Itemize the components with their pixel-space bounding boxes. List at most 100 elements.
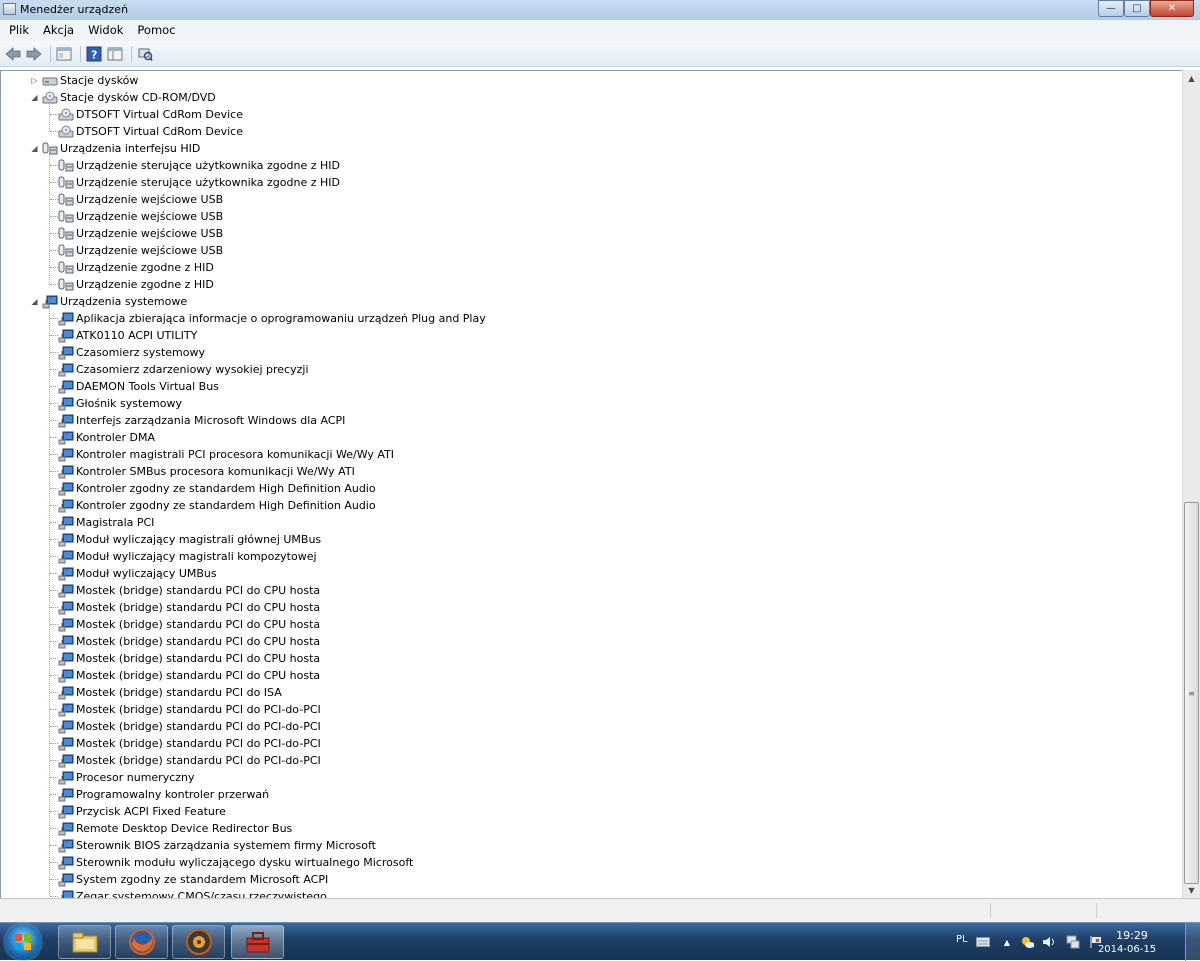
taskbar-media-app-button[interactable] (172, 925, 225, 959)
tree-device-label: Kontroler SMBus procesora komunikacji We… (76, 465, 355, 478)
tree-device-item[interactable]: Mostek (bridge) standardu PCI do CPU hos… (58, 633, 320, 650)
cdrom-drive-icon (58, 125, 74, 139)
tree-device-item[interactable]: Kontroler zgodny ze standardem High Defi… (58, 497, 376, 514)
tree-device-item[interactable]: Urządzenie wejściowe USB (58, 208, 223, 225)
tree-device-item[interactable]: Sterownik BIOS zarządzania systemem firm… (58, 837, 376, 854)
taskbar-device-manager-button[interactable] (231, 925, 284, 959)
menu-view[interactable]: Widok (81, 20, 130, 41)
cdrom-drive-icon (58, 108, 74, 122)
volume-icon[interactable] (1042, 935, 1056, 949)
tree-device-item[interactable]: Przycisk ACPI Fixed Feature (58, 803, 226, 820)
tree-connector-line (49, 307, 50, 896)
vertical-scrollbar[interactable]: ▲ ≡ ▼ (1182, 70, 1200, 898)
tree-device-item[interactable]: Głośnik systemowy (58, 395, 182, 412)
scroll-down-arrow-icon[interactable]: ▼ (1183, 882, 1200, 898)
scan-hardware-icon[interactable] (136, 45, 154, 63)
tree-device-item[interactable]: DAEMON Tools Virtual Bus (58, 378, 219, 395)
maximize-button[interactable]: □ (1124, 0, 1150, 17)
tree-device-item[interactable]: Urządzenie zgodne z HID (58, 259, 214, 276)
properties-icon[interactable] (55, 45, 73, 63)
tree-device-item[interactable]: Zegar systemowy CMOS/czasu rzeczywistego (58, 888, 327, 898)
tree-device-item[interactable]: Urządzenie wejściowe USB (58, 225, 223, 242)
tree-category[interactable]: ◢ Urządzenia interfejsu HID (29, 140, 200, 157)
tree-device-item[interactable]: Procesor numeryczny (58, 769, 195, 786)
tree-device-item[interactable]: Mostek (bridge) standardu PCI do PCI-do-… (58, 735, 321, 752)
title-bar[interactable]: Menedżer urządzeń — □ ✕ (0, 0, 1200, 21)
tree-device-item[interactable]: Interfejs zarządzania Microsoft Windows … (58, 412, 345, 429)
keyboard-icon[interactable] (976, 935, 990, 949)
tree-device-item[interactable]: Magistrala PCI (58, 514, 154, 531)
tree-device-label: Mostek (bridge) standardu PCI do CPU hos… (76, 635, 321, 648)
tree-connector-line (50, 352, 58, 353)
scroll-up-arrow-icon[interactable]: ▲ (1183, 70, 1200, 86)
weather-icon[interactable] (1020, 935, 1034, 949)
collapsed-arrow-icon[interactable]: ▷ (29, 75, 40, 86)
tree-device-item[interactable]: ATK0110 ACPI UTILITY (58, 327, 197, 344)
tree-device-item[interactable]: Kontroler zgodny ze standardem High Defi… (58, 480, 376, 497)
tree-device-item[interactable]: Mostek (bridge) standardu PCI do CPU hos… (58, 582, 320, 599)
tree-device-item[interactable]: Mostek (bridge) standardu PCI do CPU hos… (58, 616, 320, 633)
tree-device-item[interactable]: Czasomierz zdarzeniowy wysokiej precyzji (58, 361, 309, 378)
tree-device-label: Kontroler magistrali PCI procesora komun… (76, 448, 395, 461)
expanded-arrow-icon[interactable]: ◢ (29, 143, 40, 154)
start-button[interactable] (5, 924, 41, 960)
language-indicator[interactable]: PL (956, 934, 968, 945)
tree-device-item[interactable]: Urządzenie wejściowe USB (58, 242, 223, 259)
tree-device-item[interactable]: Kontroler DMA (58, 429, 155, 446)
tree-category[interactable]: ◢ Stacje dysków CD-ROM/DVD (29, 89, 216, 106)
minimize-button[interactable]: — (1098, 0, 1124, 17)
menu-action[interactable]: Akcja (36, 20, 81, 41)
tree-device-item[interactable]: Czasomierz systemowy (58, 344, 205, 361)
show-hidden-icons-arrow-icon[interactable]: ▲ (1000, 935, 1014, 949)
device-tree[interactable]: ▷ Stacje dysków ◢ Stacje dysków CD-ROM/DVD D… (0, 70, 1182, 898)
system-device-icon (58, 720, 74, 734)
tree-device-item[interactable]: Moduł wyliczający magistrali kompozytowe… (58, 548, 317, 565)
tree-device-item[interactable]: Moduł wyliczający magistrali głównej UMB… (58, 531, 321, 548)
menu-help[interactable]: Pomoc (130, 20, 182, 41)
tree-device-item[interactable]: Moduł wyliczający UMBus (58, 565, 217, 582)
tree-device-item[interactable]: Mostek (bridge) standardu PCI do PCI-do-… (58, 701, 321, 718)
tree-device-item[interactable]: Remote Desktop Device Redirector Bus (58, 820, 292, 837)
expanded-arrow-icon[interactable]: ◢ (29, 92, 40, 103)
expanded-arrow-icon[interactable]: ◢ (29, 296, 40, 307)
tree-device-item[interactable]: Programowalny kontroler przerwań (58, 786, 269, 803)
tree-device-label: Zegar systemowy CMOS/czasu rzeczywistego (76, 890, 327, 898)
show-hide-console-tree-icon[interactable] (106, 45, 124, 63)
tree-connector-line (50, 607, 58, 608)
tree-device-item[interactable]: Urządzenie zgodne z HID (58, 276, 214, 293)
tree-connector-line (50, 879, 58, 880)
taskbar-explorer-button[interactable] (58, 925, 111, 959)
tree-device-item[interactable]: Urządzenie sterujące użytkownika zgodne … (58, 157, 340, 174)
system-device-icon (58, 635, 74, 649)
tree-connector-line (50, 709, 58, 710)
tree-category[interactable]: ◢ Urządzenia systemowe (29, 293, 187, 310)
tree-device-item[interactable]: Kontroler SMBus procesora komunikacji We… (58, 463, 355, 480)
close-button[interactable]: ✕ (1150, 0, 1194, 17)
show-desktop-button[interactable] (1185, 923, 1200, 961)
tree-device-item[interactable]: DTSOFT Virtual CdRom Device (58, 106, 243, 123)
tree-device-item[interactable]: Sterownik modułu wyliczającego dysku wir… (58, 854, 413, 871)
tree-device-item[interactable]: Mostek (bridge) standardu PCI do CPU hos… (58, 667, 320, 684)
clock-time[interactable]: 19:29 (1102, 929, 1162, 942)
scrollbar-thumb[interactable]: ≡ (1184, 502, 1199, 884)
tree-device-item[interactable]: Aplikacja zbierająca informacje o oprogr… (58, 310, 486, 327)
tree-device-item[interactable]: Mostek (bridge) standardu PCI do PCI-do-… (58, 752, 321, 769)
back-arrow-icon[interactable] (4, 45, 22, 63)
tree-device-item[interactable]: Mostek (bridge) standardu PCI do PCI-do-… (58, 718, 321, 735)
tree-category[interactable]: ▷ Stacje dysków (29, 72, 138, 89)
tree-device-item[interactable]: Mostek (bridge) standardu PCI do CPU hos… (58, 599, 320, 616)
tree-device-item[interactable]: Urządzenie sterujące użytkownika zgodne … (58, 174, 340, 191)
forward-arrow-icon[interactable] (25, 45, 43, 63)
clock-date[interactable]: 2014-06-15 (1092, 944, 1162, 955)
tree-connector-line (50, 743, 58, 744)
tree-device-item[interactable]: DTSOFT Virtual CdRom Device (58, 123, 243, 140)
tree-device-item[interactable]: Urządzenie wejściowe USB (58, 191, 223, 208)
help-icon[interactable]: ? (85, 45, 103, 63)
network-icon[interactable] (1066, 935, 1080, 949)
tree-device-item[interactable]: Mostek (bridge) standardu PCI do CPU hos… (58, 650, 320, 667)
tree-device-item[interactable]: System zgodny ze standardem Microsoft AC… (58, 871, 328, 888)
menu-file[interactable]: Plik (0, 20, 36, 41)
taskbar-firefox-button[interactable] (115, 925, 168, 959)
tree-device-item[interactable]: Kontroler magistrali PCI procesora komun… (58, 446, 394, 463)
tree-device-item[interactable]: Mostek (bridge) standardu PCI do ISA (58, 684, 282, 701)
